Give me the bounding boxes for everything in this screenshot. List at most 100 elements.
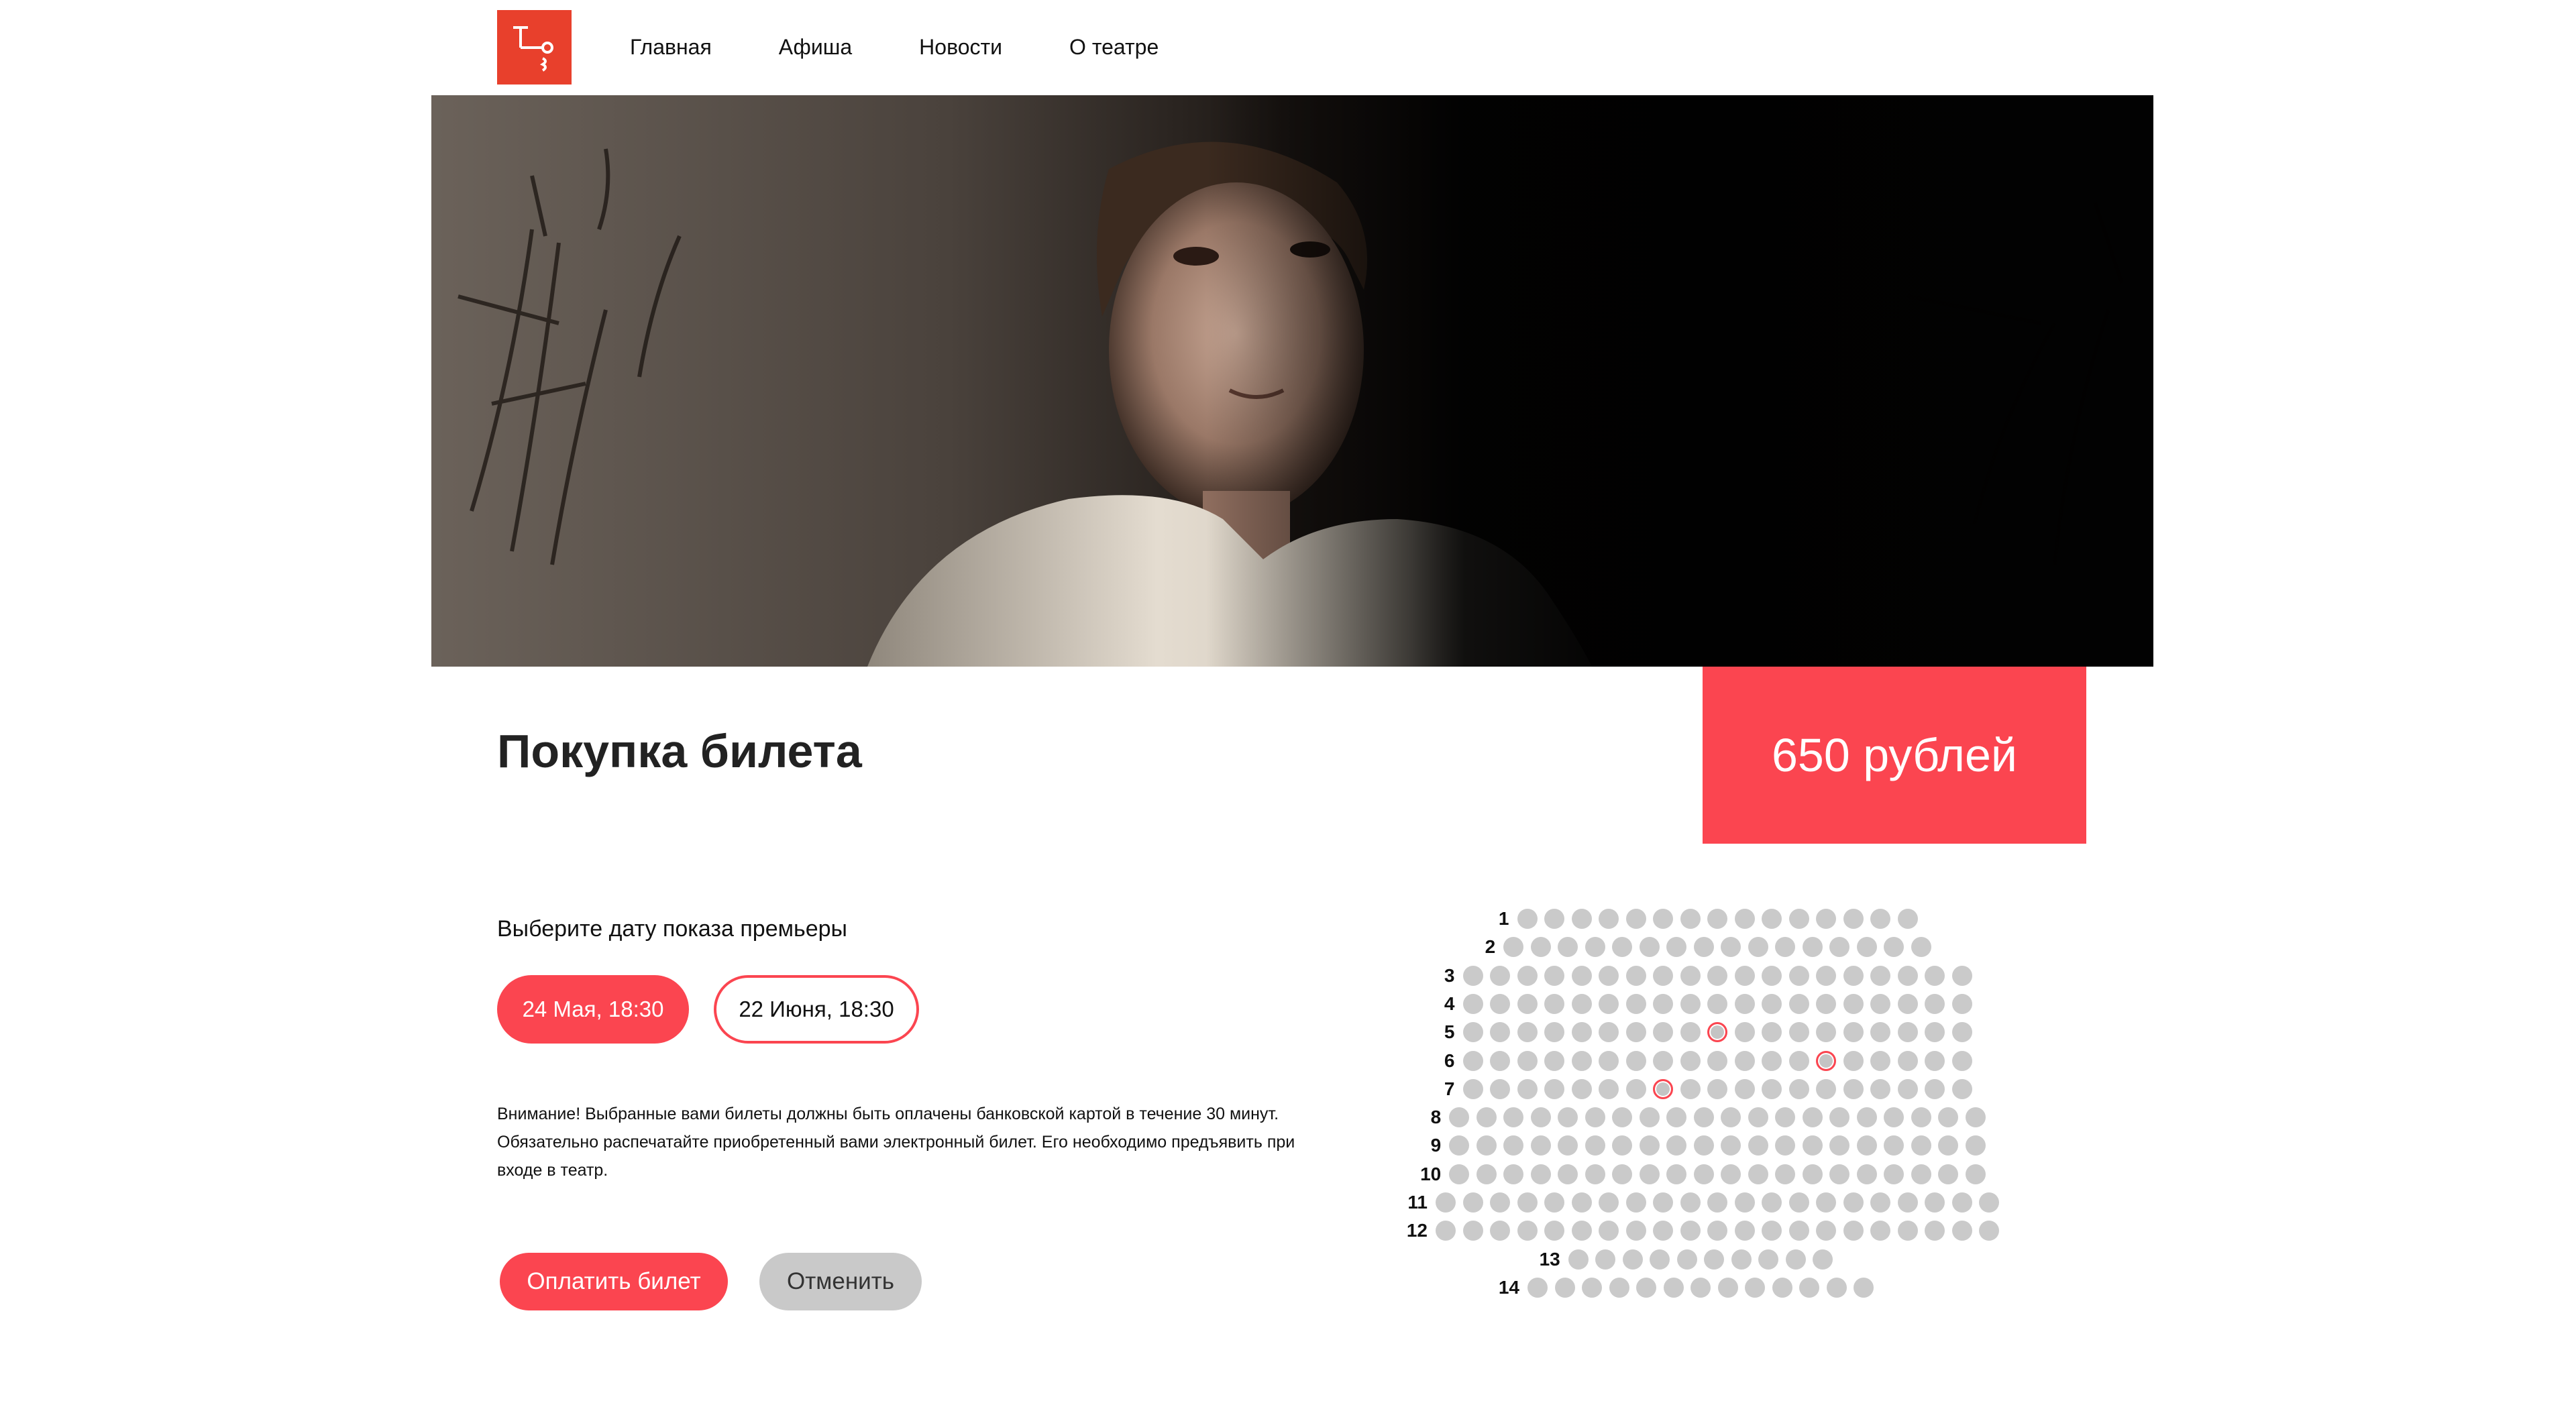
- seat[interactable]: [1585, 937, 1605, 958]
- seat[interactable]: [1816, 1221, 1836, 1241]
- seat[interactable]: [1676, 1249, 1697, 1270]
- seat[interactable]: [1462, 1050, 1483, 1071]
- seat[interactable]: [1666, 1135, 1687, 1156]
- seat[interactable]: [1449, 1164, 1470, 1184]
- seat[interactable]: [1772, 1277, 1792, 1298]
- seat[interactable]: [1599, 993, 1619, 1014]
- nav-item-playbill[interactable]: Афиша: [779, 35, 852, 60]
- seat[interactable]: [1785, 1249, 1806, 1270]
- seat[interactable]: [1612, 937, 1633, 958]
- seat[interactable]: [1612, 1164, 1633, 1184]
- seat[interactable]: [1476, 1107, 1497, 1128]
- seat[interactable]: [1951, 1221, 1972, 1241]
- seat[interactable]: [1979, 1221, 1999, 1241]
- seat[interactable]: [1517, 1192, 1538, 1213]
- seat[interactable]: [1544, 993, 1564, 1014]
- seat[interactable]: [1690, 1277, 1711, 1298]
- seat[interactable]: [1911, 1135, 1931, 1156]
- seat[interactable]: [1856, 1107, 1877, 1128]
- seat[interactable]: [1758, 1249, 1779, 1270]
- seat[interactable]: [1571, 1221, 1592, 1241]
- seat[interactable]: [1707, 1050, 1727, 1071]
- seat[interactable]: [1462, 1221, 1483, 1241]
- seat[interactable]: [1625, 1221, 1646, 1241]
- seat[interactable]: [1462, 1192, 1483, 1213]
- seat[interactable]: [1788, 1221, 1809, 1241]
- pay-ticket-button[interactable]: Оплатить билет: [500, 1253, 728, 1310]
- seat[interactable]: [1951, 1050, 1972, 1071]
- seat[interactable]: [1762, 1022, 1782, 1043]
- nav-item-about[interactable]: О театре: [1069, 35, 1159, 60]
- seat[interactable]: [1870, 993, 1890, 1014]
- seat[interactable]: [1490, 965, 1510, 986]
- seat[interactable]: [1517, 993, 1538, 1014]
- seat[interactable]: [1680, 1050, 1701, 1071]
- seat[interactable]: [1571, 1078, 1592, 1099]
- nav-item-home[interactable]: Главная: [630, 35, 712, 60]
- seat[interactable]: [1568, 1249, 1589, 1270]
- seat[interactable]: [1843, 1192, 1864, 1213]
- seat[interactable]: [1721, 937, 1741, 958]
- seat[interactable]: [1965, 1164, 1986, 1184]
- seat[interactable]: [1599, 1022, 1619, 1043]
- seat[interactable]: [1462, 993, 1483, 1014]
- seat[interactable]: [1734, 1221, 1755, 1241]
- nav-item-news[interactable]: Новости: [919, 35, 1002, 60]
- seat[interactable]: [1599, 1050, 1619, 1071]
- seat[interactable]: [1884, 937, 1904, 958]
- seat[interactable]: [1490, 1078, 1510, 1099]
- seat[interactable]: [1680, 993, 1701, 1014]
- seat[interactable]: [1544, 909, 1564, 929]
- seat[interactable]: [1490, 1022, 1510, 1043]
- seat[interactable]: [1449, 1135, 1470, 1156]
- seat[interactable]: [1911, 937, 1931, 958]
- seat[interactable]: [1802, 1164, 1823, 1184]
- seat[interactable]: [1571, 1192, 1592, 1213]
- seat[interactable]: [1517, 1221, 1538, 1241]
- seat[interactable]: [1571, 1050, 1592, 1071]
- seat[interactable]: [1571, 909, 1592, 929]
- seat[interactable]: [1925, 1192, 1945, 1213]
- seat[interactable]: [1816, 1022, 1836, 1043]
- seat[interactable]: [1530, 1107, 1551, 1128]
- seat[interactable]: [1788, 1192, 1809, 1213]
- seat[interactable]: [1734, 1050, 1755, 1071]
- seat[interactable]: [1680, 1221, 1701, 1241]
- seat[interactable]: [1612, 1135, 1633, 1156]
- seat[interactable]: [1816, 1078, 1836, 1099]
- seat[interactable]: [1775, 937, 1796, 958]
- seat[interactable]: [1925, 1022, 1945, 1043]
- seat[interactable]: [1625, 1022, 1646, 1043]
- seat[interactable]: [1788, 965, 1809, 986]
- seat[interactable]: [1938, 1135, 1959, 1156]
- seat[interactable]: [1762, 909, 1782, 929]
- seat[interactable]: [1503, 1135, 1524, 1156]
- seat[interactable]: [1965, 1107, 1986, 1128]
- seat[interactable]: [1925, 1078, 1945, 1099]
- seat[interactable]: [1748, 1107, 1768, 1128]
- seat[interactable]: [1816, 965, 1836, 986]
- seat[interactable]: [1788, 1022, 1809, 1043]
- seat[interactable]: [1813, 1249, 1833, 1270]
- seat[interactable]: [1870, 965, 1890, 986]
- seat[interactable]: [1503, 937, 1524, 958]
- seat[interactable]: [1571, 993, 1592, 1014]
- seat[interactable]: [1870, 1050, 1890, 1071]
- seat[interactable]: [1731, 1249, 1752, 1270]
- seat[interactable]: [1870, 1221, 1890, 1241]
- seat[interactable]: [1476, 1164, 1497, 1184]
- seat[interactable]: [1490, 993, 1510, 1014]
- seat[interactable]: [1625, 1192, 1646, 1213]
- seat[interactable]: [1951, 1192, 1972, 1213]
- seat[interactable]: [1938, 1164, 1959, 1184]
- seat[interactable]: [1707, 1221, 1727, 1241]
- seat[interactable]: [1843, 909, 1864, 929]
- seat[interactable]: [1625, 909, 1646, 929]
- seat[interactable]: [1544, 1022, 1564, 1043]
- seat[interactable]: [1897, 965, 1918, 986]
- seat[interactable]: [1609, 1277, 1629, 1298]
- seat[interactable]: [1745, 1277, 1765, 1298]
- seat[interactable]: [1897, 993, 1918, 1014]
- seat[interactable]: [1490, 1192, 1510, 1213]
- seat[interactable]: [1680, 1022, 1701, 1043]
